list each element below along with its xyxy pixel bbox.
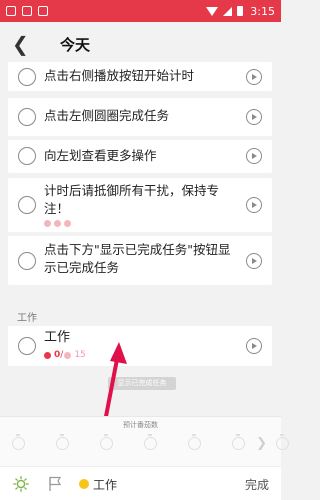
tomato-icon bbox=[64, 351, 72, 359]
back-arrow-icon[interactable]: ❮ bbox=[12, 32, 46, 56]
play-icon[interactable] bbox=[246, 109, 262, 125]
task-card[interactable]: 点击下方"显示已完成任务"按钮显示已完成任务 bbox=[8, 236, 272, 285]
project-color-dot[interactable] bbox=[79, 479, 89, 489]
notification-icon bbox=[6, 6, 16, 16]
complete-circle-icon[interactable] bbox=[18, 252, 36, 270]
tomato-icon bbox=[54, 220, 61, 227]
tomato-icon bbox=[44, 220, 51, 227]
notification-icon bbox=[22, 6, 32, 16]
page-title: 今天 bbox=[60, 35, 91, 54]
estimate-panel: 预计番茄数 ❯ bbox=[0, 416, 289, 466]
section-label: 工作 bbox=[17, 313, 37, 324]
bottom-bar: 工作 完成 bbox=[0, 466, 281, 500]
wifi-icon bbox=[206, 6, 219, 16]
task-card[interactable]: 工作 0 / 15 bbox=[8, 326, 272, 366]
stopwatch-icon[interactable] bbox=[56, 434, 69, 450]
play-icon[interactable] bbox=[246, 148, 262, 164]
play-icon[interactable] bbox=[246, 69, 262, 85]
stopwatch-icon[interactable] bbox=[12, 434, 25, 450]
stopwatch-icon[interactable] bbox=[100, 434, 113, 450]
play-icon[interactable] bbox=[246, 197, 262, 213]
play-icon[interactable] bbox=[246, 253, 262, 269]
task-title: 点击右侧播放按钮开始计时 bbox=[44, 68, 195, 83]
complete-circle-icon[interactable] bbox=[18, 337, 36, 355]
task-card[interactable]: 点击右侧播放按钮开始计时 bbox=[8, 62, 272, 91]
task-card[interactable]: 点击左侧圆圈完成任务 bbox=[8, 98, 272, 136]
task-title: 向左划查看更多操作 bbox=[44, 148, 157, 163]
complete-circle-icon[interactable] bbox=[18, 147, 36, 165]
header: ❮ 今天 bbox=[0, 22, 281, 66]
battery-icon bbox=[237, 6, 244, 16]
task-title: 点击下方"显示已完成任务"按钮显示已完成任务 bbox=[44, 242, 231, 275]
stopwatch-icon[interactable] bbox=[188, 434, 201, 450]
play-icon[interactable] bbox=[246, 338, 262, 354]
complete-circle-icon[interactable] bbox=[18, 68, 36, 86]
task-title: 工作 bbox=[44, 330, 71, 345]
status-time: 3:15 bbox=[250, 4, 275, 18]
stopwatch-icon[interactable] bbox=[232, 434, 245, 450]
estimate-title: 预计番茄数 bbox=[123, 421, 158, 429]
done-button[interactable]: 完成 bbox=[245, 476, 269, 493]
pomodoro-progress: 0 / 15 bbox=[44, 350, 86, 360]
stopwatch-icon[interactable] bbox=[144, 434, 157, 450]
flag-icon[interactable] bbox=[48, 476, 62, 492]
notification-icon bbox=[38, 6, 48, 16]
pomodoro-estimate bbox=[44, 220, 71, 227]
task-title: 点击左侧圆圈完成任务 bbox=[44, 108, 170, 123]
complete-circle-icon[interactable] bbox=[18, 196, 36, 214]
sun-icon[interactable] bbox=[13, 476, 29, 492]
project-label[interactable]: 工作 bbox=[93, 476, 117, 493]
chevron-right-icon[interactable]: ❯ bbox=[256, 436, 267, 451]
tomato-icon bbox=[64, 220, 71, 227]
task-card[interactable]: 向左划查看更多操作 bbox=[8, 140, 272, 173]
estimate-options bbox=[12, 434, 289, 450]
tomato-icon bbox=[44, 351, 51, 359]
stopwatch-icon[interactable] bbox=[276, 434, 289, 450]
task-card[interactable]: 计时后请抵御所有干扰，保持专注！ bbox=[8, 178, 272, 232]
signal-icon bbox=[223, 6, 233, 16]
complete-circle-icon[interactable] bbox=[18, 108, 36, 126]
task-title: 计时后请抵御所有干扰，保持专注！ bbox=[44, 183, 220, 216]
status-bar: 3:15 bbox=[0, 0, 281, 22]
